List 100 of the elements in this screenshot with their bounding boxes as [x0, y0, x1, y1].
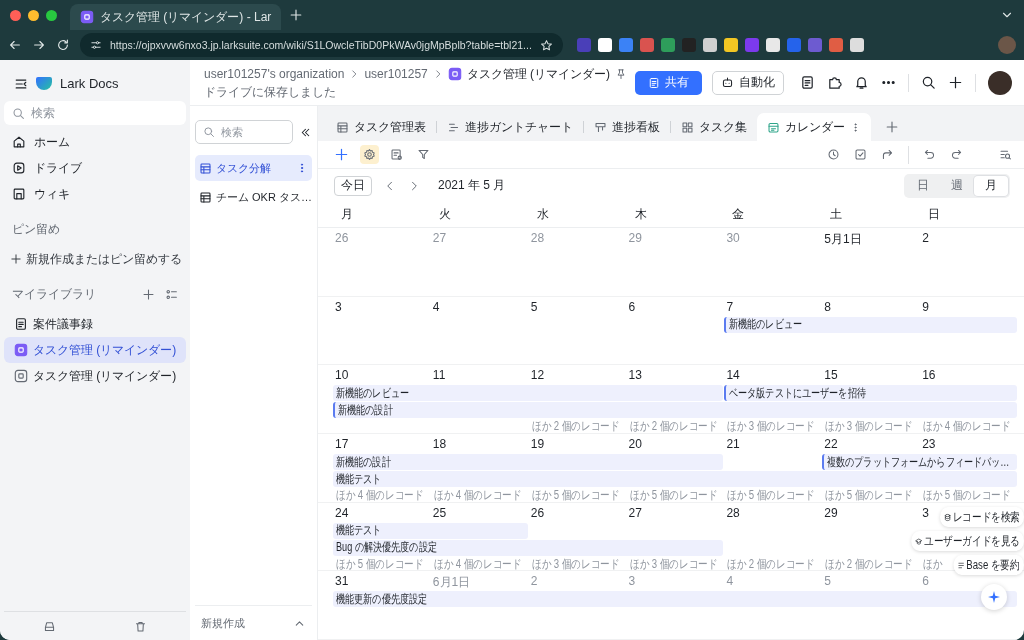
extension-icon[interactable]	[765, 38, 780, 52]
new-tab-icon[interactable]	[289, 8, 304, 22]
add-pin-link[interactable]: 新規作成またはピン留めする	[4, 246, 186, 272]
breadcrumb-link[interactable]: user101257	[364, 67, 428, 81]
document-icon[interactable]	[800, 75, 815, 90]
maximize-window-button[interactable]	[46, 9, 57, 21]
automation-button[interactable]: 自動化	[712, 70, 784, 95]
database-icon	[944, 512, 952, 522]
pin-icon[interactable]	[615, 68, 628, 80]
checkbox-icon[interactable]	[854, 148, 867, 161]
library-item[interactable]: タスク管理 (リマインダー)	[4, 337, 186, 363]
table-item[interactable]: タスク分解	[195, 155, 312, 181]
settings-icon[interactable]	[363, 148, 376, 161]
kanban-icon	[594, 120, 607, 134]
inbox-icon[interactable]	[43, 619, 56, 633]
address-bar[interactable]: https://ojpxvvw6nxo3.jp.larksuite.com/wiki/S1LOwcleTibD0PkWAv0jgMpBplb?table=tbl21...	[80, 33, 563, 57]
browser-tab[interactable]: タスク管理 (リマインダー) - Lar	[70, 4, 282, 30]
event-bar[interactable]: 機能テスト	[333, 522, 528, 539]
day-number: 26	[530, 505, 545, 520]
reload-icon[interactable]	[56, 38, 70, 52]
view-tab[interactable]: 進捗看板	[584, 113, 670, 141]
assistant-action-menu[interactable]: Base を要約	[953, 555, 1024, 575]
extension-icon[interactable]	[597, 38, 612, 52]
day-number: 8	[824, 299, 831, 314]
day-number: 16	[922, 368, 936, 383]
back-icon[interactable]	[8, 38, 22, 52]
share-button[interactable]: 共有	[635, 70, 702, 95]
breadcrumb-link[interactable]: user101257's organization	[204, 67, 345, 81]
weekday-label: 金	[731, 207, 745, 221]
nav-item[interactable]: ドライブ	[4, 155, 186, 181]
table-item[interactable]: チーム OKR タス…	[195, 184, 312, 210]
event-bar[interactable]: 機能テスト	[333, 471, 1017, 487]
assistant-action-menu[interactable]: ユーザーガイドを見る	[911, 531, 1024, 551]
nav-item[interactable]: ホーム	[4, 129, 186, 155]
document-title: タスク管理 (リマインダー)	[466, 65, 611, 83]
today-button[interactable]: 今日	[334, 175, 372, 196]
base-icon	[447, 67, 462, 81]
day-number: 31	[335, 574, 349, 589]
forward-icon[interactable]	[32, 38, 46, 52]
share-icon[interactable]	[881, 148, 894, 161]
day-number: 28	[530, 231, 545, 245]
find-icon[interactable]	[999, 148, 1012, 161]
day-number: 27	[628, 505, 642, 520]
bell-icon[interactable]	[854, 75, 869, 90]
library-item[interactable]: タスク管理 (リマインダー)	[4, 363, 186, 389]
event-bar[interactable]: 新機能の設計	[333, 454, 724, 470]
nav-item[interactable]: ウィキ	[4, 181, 186, 207]
filter-icon[interactable]	[417, 148, 430, 161]
day-number: 14	[726, 368, 740, 383]
view-mode-option[interactable]: 日	[906, 175, 940, 196]
card-settings-icon[interactable]	[390, 148, 403, 161]
new-table-label[interactable]: 新規作成	[201, 615, 245, 631]
day-number: 26	[335, 231, 349, 245]
day-number: 24	[335, 505, 349, 520]
event-bar[interactable]: ベータ版テストにユーザーを招待	[724, 385, 1017, 402]
extension-icon[interactable]	[702, 38, 717, 52]
day-number: 6月1日	[432, 575, 471, 590]
view-tab[interactable]: 進捗ガントチャート	[437, 113, 583, 141]
minimize-window-button[interactable]	[28, 9, 39, 21]
clock-icon[interactable]	[827, 148, 840, 161]
view-mode-option[interactable]: 週	[940, 175, 974, 196]
event-bar[interactable]: 新機能の設計	[333, 402, 1017, 419]
day-number: 12	[530, 368, 545, 383]
day-number: 2	[922, 231, 929, 245]
event-bar[interactable]: 複数のプラットフォームからフィードバッ…	[822, 454, 1017, 470]
day-number: 3	[335, 299, 342, 314]
event-bar[interactable]: 新機能のレビュー	[724, 316, 1017, 333]
day-number: 6	[628, 299, 636, 314]
close-window-button[interactable]	[10, 9, 21, 21]
ai-assistant-button[interactable]	[981, 584, 1007, 610]
collapse-sidebar-icon[interactable]	[14, 76, 28, 91]
assistant-action-menu[interactable]: レコードを検索	[940, 507, 1024, 527]
bookmark-star-icon[interactable]	[539, 38, 553, 52]
view-tab[interactable]: カレンダー	[757, 113, 871, 141]
puzzle-icon[interactable]	[827, 75, 842, 90]
add-record-icon[interactable]	[334, 147, 349, 162]
day-number: 23	[922, 437, 936, 451]
library-item[interactable]: 案件議事録	[4, 311, 186, 337]
view-mode-option[interactable]: 月	[974, 175, 1008, 196]
view-tab[interactable]: タスク集	[671, 113, 757, 141]
document-icon	[14, 317, 28, 331]
undo-icon[interactable]	[923, 148, 936, 161]
day-number: 29	[824, 505, 838, 520]
day-number: 9	[922, 299, 929, 314]
extension-icon[interactable]	[723, 38, 738, 52]
view-tab[interactable]: タスク管理表	[326, 113, 436, 141]
day-number: 17	[335, 437, 349, 451]
search-icon[interactable]	[921, 75, 936, 90]
event-bar[interactable]: Bug の解決優先度の設定	[333, 539, 724, 556]
document-icon	[648, 76, 660, 89]
search-icon	[12, 106, 25, 120]
save-status: ドライブに保存しました	[204, 84, 337, 100]
extension-icon[interactable]	[849, 38, 864, 52]
event-bar[interactable]: 機能更新の優先度設定	[333, 591, 1017, 608]
trash-icon[interactable]	[134, 619, 147, 633]
event-bar[interactable]: 新機能のレビュー	[333, 385, 724, 402]
redo-icon[interactable]	[950, 148, 963, 161]
plus-icon[interactable]	[948, 75, 963, 90]
day-number: 10	[335, 368, 349, 383]
user-avatar[interactable]	[988, 70, 1012, 95]
